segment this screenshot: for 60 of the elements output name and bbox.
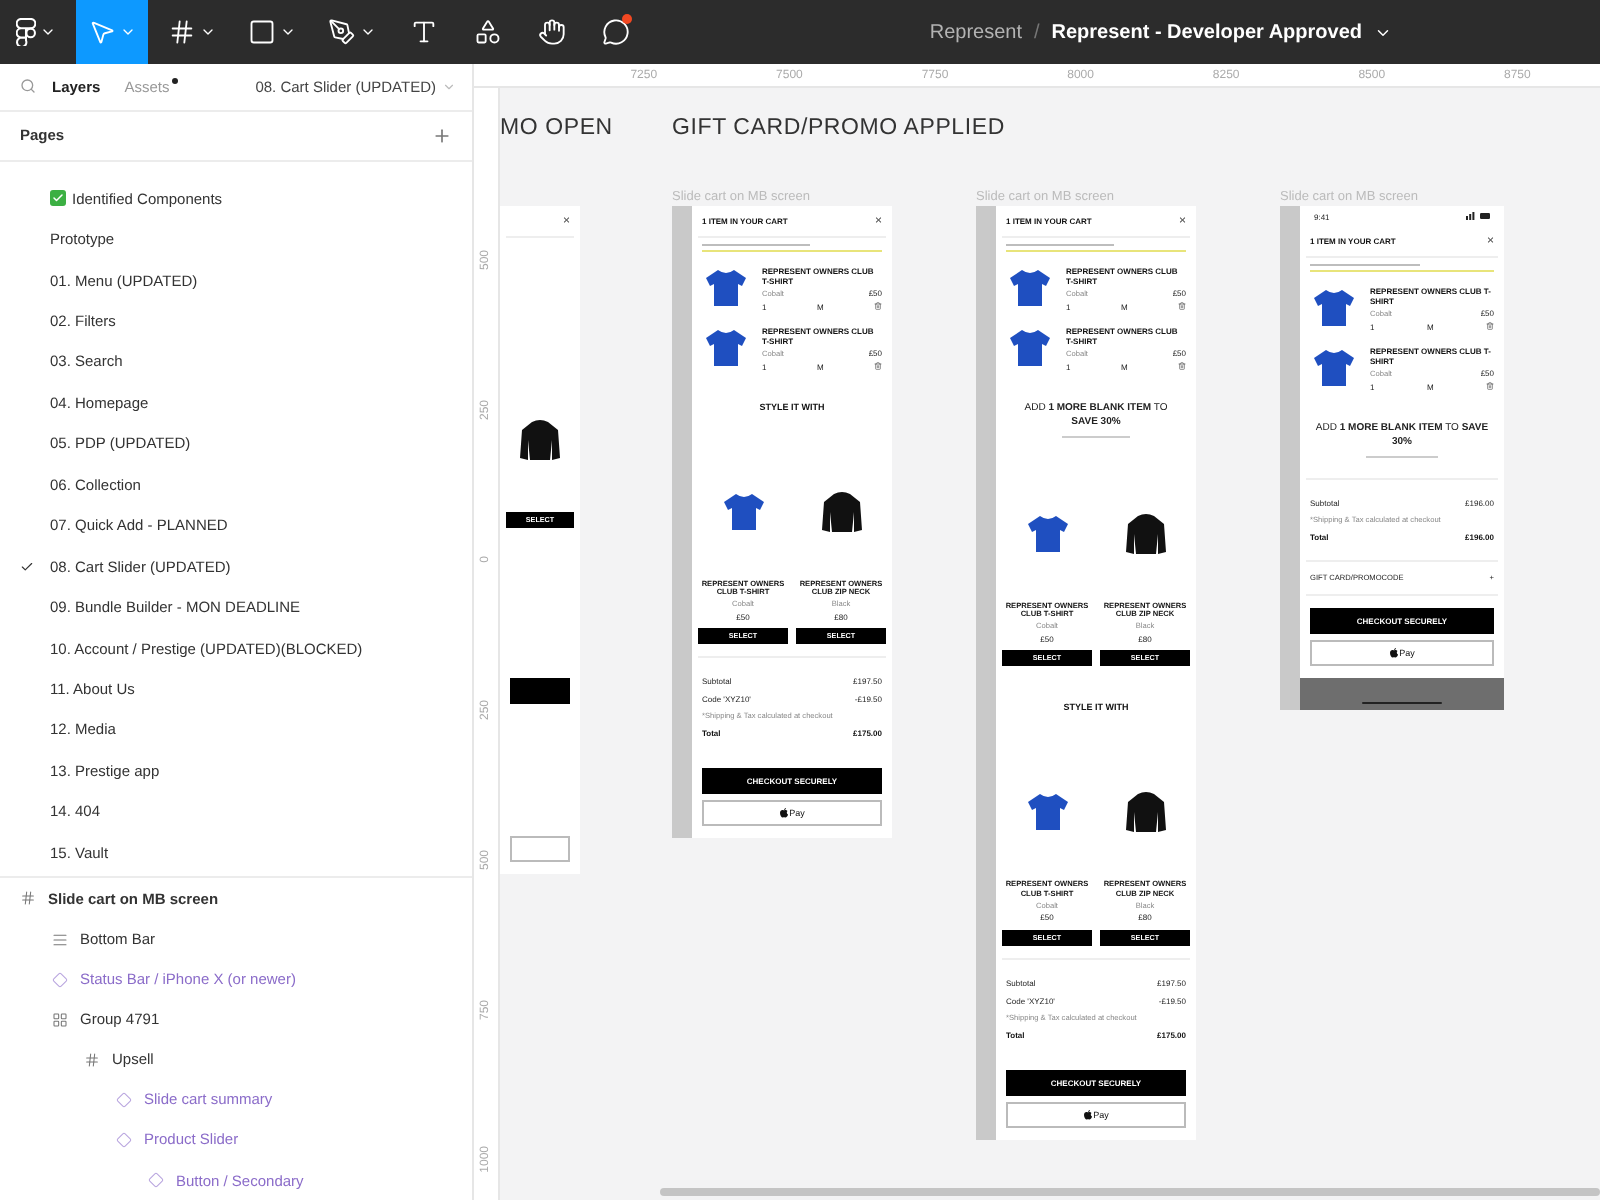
shapes-icon — [474, 18, 502, 46]
pay-button[interactable] — [510, 835, 570, 862]
apple-icon — [779, 808, 788, 819]
caret-icon — [280, 24, 296, 40]
caret-icon — [120, 24, 136, 40]
diamond-icon — [148, 1172, 164, 1189]
caret-icon — [360, 24, 376, 40]
status-icons — [1466, 212, 1490, 220]
breadcrumb-separator: / — [1033, 21, 1040, 43]
t-shirt-drawing — [1008, 328, 1052, 368]
add-page-button[interactable] — [432, 125, 452, 146]
t-shirt-drawing — [1025, 514, 1069, 554]
cursor-icon — [88, 18, 116, 46]
apple-icon — [1389, 648, 1398, 658]
caret-icon — [200, 24, 216, 40]
trash-icon[interactable] — [873, 362, 882, 370]
text-icon — [410, 18, 438, 46]
square-icon — [248, 18, 276, 46]
frame-icon — [168, 18, 196, 46]
trash-icon[interactable] — [1485, 382, 1494, 390]
diamond-icon — [116, 1131, 132, 1148]
trash-icon[interactable] — [1177, 362, 1186, 370]
file-name-button[interactable]: Represent - Developer Approved — [1051, 21, 1392, 43]
trash-icon[interactable] — [1177, 302, 1186, 310]
group-icon — [52, 1011, 68, 1028]
diamond-icon — [116, 1091, 132, 1108]
notification-dot — [622, 14, 632, 24]
frame-icon — [84, 1051, 100, 1068]
t-shirt-drawing — [1008, 268, 1052, 308]
upsell-subline — [1061, 436, 1131, 438]
t-shirt-drawing — [704, 268, 748, 308]
section-title: MO OPEN — [500, 116, 613, 140]
hoodie-drawing — [1123, 790, 1167, 835]
hoodie-drawing — [1123, 512, 1167, 556]
upsell-subline — [1366, 456, 1438, 458]
caret-icon — [40, 24, 56, 40]
hoodie-drawing — [518, 418, 562, 463]
t-shirt-drawing — [1312, 288, 1356, 328]
check-box-icon — [50, 190, 66, 207]
checkout-button[interactable] — [510, 677, 570, 704]
t-shirt-drawing — [1025, 792, 1069, 833]
project-name[interactable]: Represent — [929, 21, 1022, 43]
t-shirt-drawing — [1312, 348, 1356, 388]
hoodie-drawing — [819, 490, 863, 534]
pen-icon — [328, 18, 356, 46]
search-icon[interactable] — [20, 78, 36, 95]
diamond-icon — [52, 971, 68, 988]
rows-icon — [52, 931, 68, 948]
section-title: GIFT CARD/PROMO APPLIED — [672, 116, 1005, 140]
caret-icon — [442, 79, 456, 94]
t-shirt-drawing — [704, 328, 748, 368]
logo-icon — [16, 18, 36, 46]
comment-icon — [602, 18, 630, 46]
trash-icon[interactable] — [1485, 322, 1494, 330]
scrollbar[interactable] — [660, 1188, 1600, 1196]
hand-icon — [538, 18, 566, 46]
frame-icon — [20, 890, 36, 907]
trash-icon[interactable] — [873, 302, 882, 310]
apple-icon — [1083, 1109, 1092, 1120]
t-shirt-drawing — [721, 492, 765, 532]
